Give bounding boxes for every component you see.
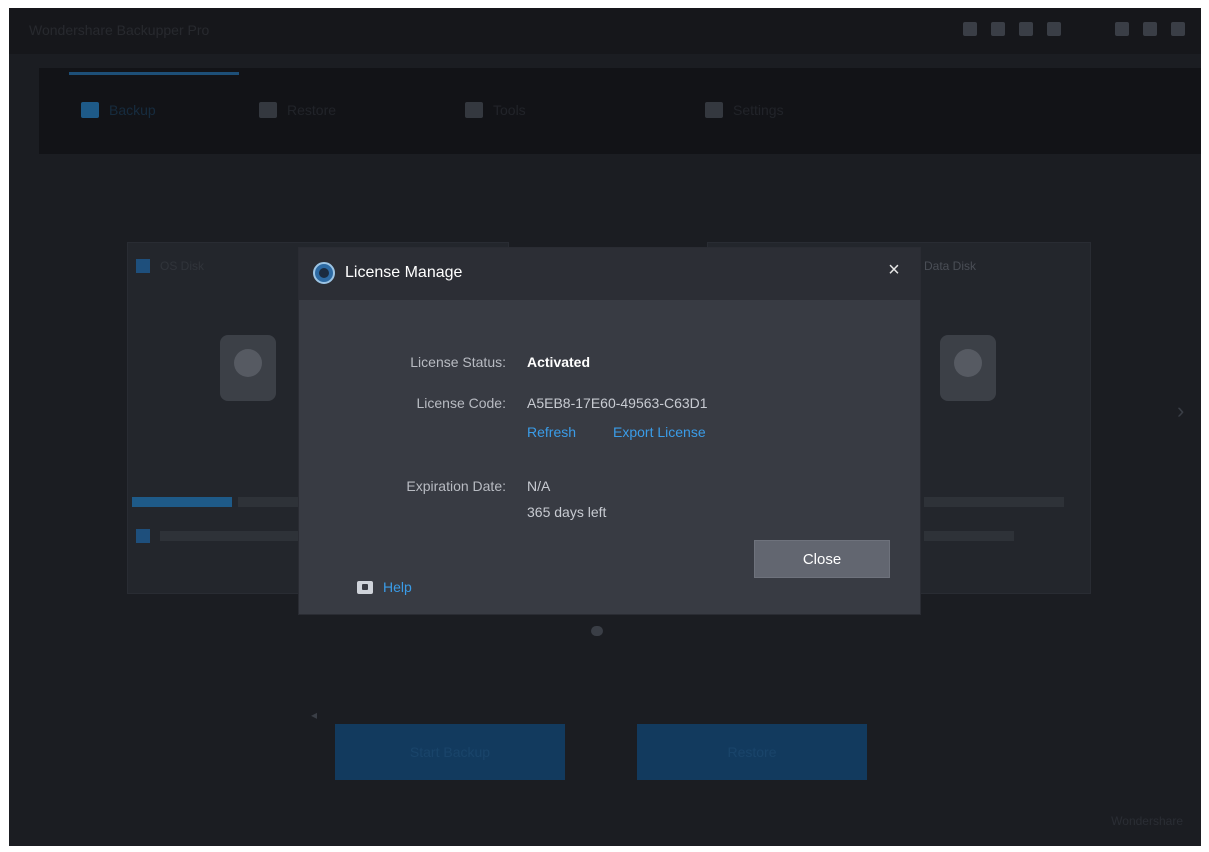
maximize-icon[interactable] bbox=[1143, 22, 1157, 36]
target-card-header: Data Disk bbox=[924, 259, 977, 273]
source-card-header: OS Disk bbox=[160, 259, 205, 273]
user-icon[interactable] bbox=[1047, 22, 1061, 36]
license-code-value: A5EB8-17E60-49563-C63D1 bbox=[527, 395, 708, 411]
license-status-value: Activated bbox=[527, 354, 591, 370]
dialog-title: License Manage bbox=[345, 264, 463, 281]
progress-bar bbox=[132, 497, 232, 507]
refresh-link[interactable]: Refresh bbox=[527, 424, 576, 440]
progress-bar-track bbox=[238, 497, 298, 507]
chat-icon[interactable] bbox=[1019, 22, 1033, 36]
source-checkbox[interactable] bbox=[136, 259, 150, 273]
app-logo-icon bbox=[313, 262, 335, 284]
window-close-icon[interactable] bbox=[1171, 22, 1185, 36]
tab-restore[interactable]: Restore bbox=[259, 100, 336, 120]
tab-settings[interactable]: Settings bbox=[705, 100, 784, 120]
window-controls bbox=[963, 22, 1185, 36]
tab-backup[interactable]: Backup bbox=[81, 100, 156, 120]
license-status-label: License Status: bbox=[410, 354, 506, 370]
disk-icon bbox=[220, 335, 276, 401]
expiration-date-value: N/A bbox=[527, 478, 551, 494]
footer-brand: Wondershare bbox=[1111, 814, 1183, 828]
tab-tools[interactable]: Tools bbox=[465, 100, 526, 120]
target-info-bar bbox=[924, 497, 1064, 507]
minimize-icon[interactable] bbox=[1115, 22, 1129, 36]
export-license-link[interactable]: Export License bbox=[613, 424, 706, 440]
help-link[interactable]: Help bbox=[383, 579, 412, 595]
settings-tab-icon bbox=[705, 102, 723, 118]
next-arrow-icon[interactable]: › bbox=[1177, 398, 1187, 424]
dialog-header: License Manage × bbox=[299, 248, 920, 300]
days-left-text: 365 days left bbox=[527, 504, 607, 520]
license-code-label: License Code: bbox=[416, 395, 506, 411]
active-tab-indicator bbox=[69, 72, 239, 75]
restore-button[interactable]: Restore bbox=[637, 724, 867, 780]
close-icon[interactable]: × bbox=[882, 258, 906, 282]
title-bar: Wondershare Backupper Pro bbox=[9, 8, 1201, 54]
start-backup-button[interactable]: Start Backup bbox=[335, 724, 565, 780]
settings-icon[interactable] bbox=[991, 22, 1005, 36]
nav-bar bbox=[39, 68, 1201, 154]
disk-icon bbox=[940, 335, 996, 401]
help-icon[interactable] bbox=[357, 581, 373, 594]
app-title: Wondershare Backupper Pro bbox=[29, 22, 210, 38]
restore-icon bbox=[259, 102, 277, 118]
close-button[interactable]: Close bbox=[754, 540, 890, 578]
option-checkbox[interactable] bbox=[136, 529, 150, 543]
app-window: Wondershare Backupper Pro Backup Restore… bbox=[9, 8, 1201, 846]
target-info-bar bbox=[924, 531, 1014, 541]
collapse-arrow-icon[interactable]: ◂ bbox=[311, 708, 317, 722]
tools-icon bbox=[465, 102, 483, 118]
backup-icon bbox=[81, 102, 99, 118]
pager-dots bbox=[591, 626, 603, 636]
menu-icon[interactable] bbox=[963, 22, 977, 36]
license-manage-dialog: License Manage × License Status: Activat… bbox=[299, 248, 920, 614]
expiration-date-label: Expiration Date: bbox=[406, 478, 506, 494]
option-label bbox=[160, 531, 310, 541]
